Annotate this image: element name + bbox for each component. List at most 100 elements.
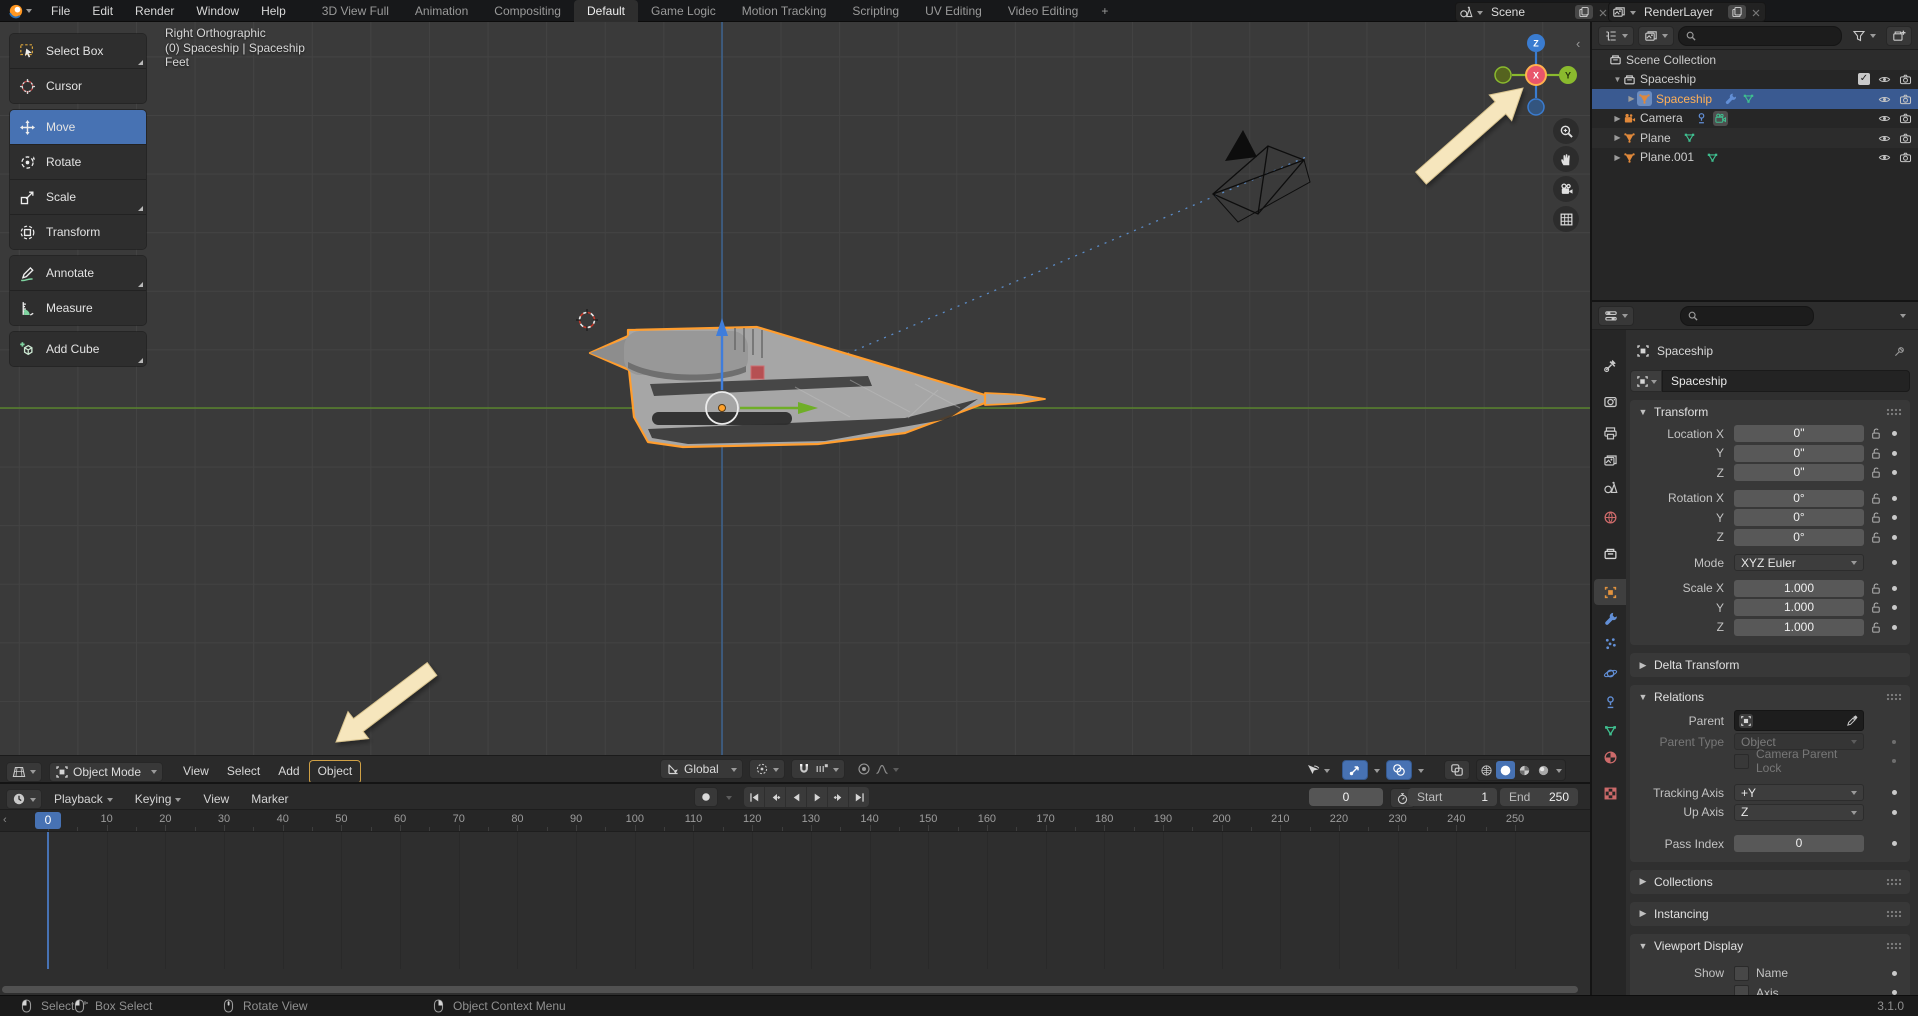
selectable-checkbox[interactable]: ✓ xyxy=(1858,73,1870,85)
scene-duplicate-button[interactable] xyxy=(1575,5,1593,19)
prev-keyframe-button[interactable] xyxy=(765,787,785,807)
animate-dot[interactable] xyxy=(1892,470,1897,475)
proportional-editing-toggle[interactable] xyxy=(851,759,905,779)
expand-arrow-icon[interactable]: ▶ xyxy=(1612,133,1623,142)
viewport-camera-view-button[interactable] xyxy=(1553,176,1579,202)
camera-toggle-toggle[interactable] xyxy=(1899,72,1912,86)
eye-toggle[interactable] xyxy=(1878,111,1891,125)
properties-tab-render[interactable] xyxy=(1594,388,1626,414)
camera-toggle-toggle[interactable] xyxy=(1899,150,1912,164)
object-name-field[interactable]: Spaceship xyxy=(1662,370,1910,392)
outliner-row-spaceship[interactable]: ▶Spaceship xyxy=(1592,89,1918,109)
new-collection-button[interactable] xyxy=(1886,26,1912,46)
viewport-zoom-button[interactable] xyxy=(1553,118,1579,144)
play-button[interactable] xyxy=(807,787,827,807)
workspace-tab-compositing[interactable]: Compositing xyxy=(481,0,574,22)
tool-annotate[interactable]: Annotate xyxy=(10,256,146,290)
axis-neg-y-ball[interactable] xyxy=(1495,67,1511,83)
animate-dot[interactable] xyxy=(1892,515,1897,520)
tool-rotate[interactable]: Rotate xyxy=(10,144,146,179)
play-reverse-button[interactable] xyxy=(786,787,806,807)
collections-header[interactable]: ▶Collections xyxy=(1630,870,1910,894)
rotation-x-value-field[interactable]: 0° xyxy=(1734,490,1864,507)
parent-object-field[interactable] xyxy=(1734,710,1864,731)
animate-dot[interactable] xyxy=(1892,841,1897,846)
y-value-field[interactable]: 1.000 xyxy=(1734,599,1864,616)
delta-transform-header[interactable]: ▶Delta Transform xyxy=(1630,653,1910,677)
animate-dot[interactable] xyxy=(1892,560,1897,565)
viewport-grid-ortho-button[interactable] xyxy=(1553,206,1579,232)
shading-rendered-button[interactable] xyxy=(1534,761,1553,779)
viewport-menu-select[interactable]: Select xyxy=(218,759,269,782)
properties-tab-collection[interactable] xyxy=(1594,540,1626,566)
show-object-types-dropdown[interactable] xyxy=(1300,760,1336,780)
jump-start-button[interactable] xyxy=(744,787,764,807)
menubar-edit[interactable]: Edit xyxy=(81,0,124,22)
sidebar-toggle[interactable]: ‹ xyxy=(1576,36,1580,51)
up-axis-dropdown[interactable]: Z xyxy=(1734,804,1864,821)
outliner-row-plane-001[interactable]: ▶Plane.001 xyxy=(1592,148,1918,168)
viewport-3d[interactable]: Right Orthographic (0) Spaceship | Space… xyxy=(0,22,1590,782)
properties-search-input[interactable] xyxy=(1680,306,1814,326)
transform-orientation-dropdown[interactable]: Global xyxy=(660,759,743,779)
lock-open-icon[interactable] xyxy=(1864,492,1886,505)
expand-arrow-icon[interactable]: ▶ xyxy=(1612,114,1623,123)
eye-toggle[interactable] xyxy=(1878,131,1891,145)
shading-dropdown-icon[interactable] xyxy=(1556,769,1562,776)
viewport-menu-object[interactable]: Object xyxy=(309,760,362,782)
workspace-tab-default[interactable]: Default xyxy=(574,0,638,22)
workspace-tab-video-editing[interactable]: Video Editing xyxy=(995,0,1092,22)
properties-tab-material[interactable] xyxy=(1594,744,1626,770)
pass-index-field[interactable]: 0 xyxy=(1734,835,1864,852)
properties-tab-object[interactable] xyxy=(1594,579,1626,605)
timeline-menu-marker[interactable]: Marker xyxy=(241,787,298,811)
drag-dots-icon[interactable] xyxy=(1886,693,1902,701)
show-overlays-toggle[interactable] xyxy=(1386,760,1412,780)
animate-dot[interactable] xyxy=(1892,451,1897,456)
lock-open-icon[interactable] xyxy=(1864,531,1886,544)
drag-dots-icon[interactable] xyxy=(1886,408,1902,416)
camera-toggle-toggle[interactable] xyxy=(1899,92,1912,106)
z-value-field[interactable]: 0° xyxy=(1734,529,1864,546)
shading-material-button[interactable] xyxy=(1515,761,1534,779)
properties-editor-type-button[interactable] xyxy=(1598,306,1634,326)
animate-dot[interactable] xyxy=(1892,810,1897,815)
animate-dot[interactable] xyxy=(1892,740,1896,744)
show-name-checkbox[interactable] xyxy=(1734,966,1749,981)
properties-tab-view-layer[interactable] xyxy=(1594,447,1626,473)
outliner-display-mode-dropdown[interactable] xyxy=(1598,26,1634,46)
render-layer-duplicate-button[interactable] xyxy=(1728,5,1746,19)
blender-logo-icon[interactable] xyxy=(8,3,32,19)
spaceship-object[interactable] xyxy=(590,327,1045,447)
current-frame-field[interactable]: 0 xyxy=(1309,788,1383,806)
y-value-field[interactable]: 0" xyxy=(1734,445,1864,462)
animate-dot[interactable] xyxy=(1892,790,1897,795)
animate-dot[interactable] xyxy=(1892,605,1897,610)
object-id-dropdown[interactable] xyxy=(1630,370,1662,392)
z-value-field[interactable]: 1.000 xyxy=(1734,619,1864,636)
tool-move[interactable]: Move xyxy=(10,110,146,144)
lock-open-icon[interactable] xyxy=(1864,466,1886,479)
expand-arrow-icon[interactable]: ▶ xyxy=(1626,94,1637,103)
menubar-window[interactable]: Window xyxy=(185,0,250,22)
timeline-menu-playback[interactable]: Playback xyxy=(44,787,123,811)
properties-tab-constraints[interactable] xyxy=(1594,689,1626,715)
tool-add-cube[interactable]: Add Cube xyxy=(10,332,146,366)
workspace-tab-uv-editing[interactable]: UV Editing xyxy=(912,0,995,22)
camera-toggle-toggle[interactable] xyxy=(1899,111,1912,125)
animate-dot[interactable] xyxy=(1892,759,1896,763)
render-layer-clear-button[interactable] xyxy=(1750,5,1762,19)
tool-scale[interactable]: Scale xyxy=(10,179,146,214)
outliner-search-input[interactable] xyxy=(1678,26,1842,46)
show-gizmo-toggle[interactable] xyxy=(1342,760,1368,780)
camera-parent-lock-checkbox[interactable] xyxy=(1734,754,1749,769)
gizmo-dropdown-icon[interactable] xyxy=(1374,769,1380,776)
keying-set-dropdown[interactable] xyxy=(720,787,738,807)
workspace-tab-game-logic[interactable]: Game Logic xyxy=(638,0,729,22)
properties-tab-data[interactable] xyxy=(1594,717,1626,743)
timeline-menu-view[interactable]: View xyxy=(193,787,239,811)
next-keyframe-button[interactable] xyxy=(828,787,848,807)
timeline-collapse-arrow[interactable]: ‹ xyxy=(3,814,7,826)
properties-tab-modifiers[interactable] xyxy=(1594,605,1626,631)
timeline-editor-type-button[interactable] xyxy=(6,789,42,809)
